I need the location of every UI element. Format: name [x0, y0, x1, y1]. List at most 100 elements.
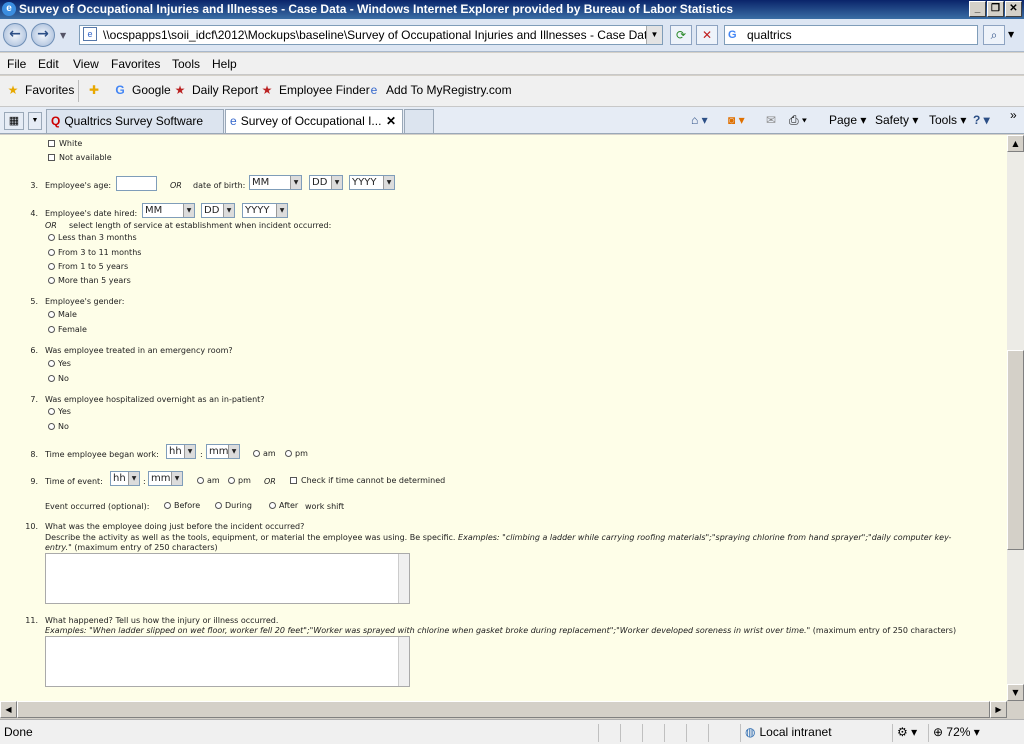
er-option-yes[interactable]: Yes	[48, 359, 71, 368]
tab-qualtrics[interactable]: Q Qualtrics Survey Software	[46, 109, 224, 133]
menu-help[interactable]: Help	[212, 57, 237, 71]
fav-employee-finder[interactable]: ★ Employee Finder	[259, 83, 370, 97]
horizontal-scrollbar[interactable]: ◀ ▶	[0, 701, 1007, 718]
service-option[interactable]: Less than 3 months	[48, 233, 137, 242]
radio[interactable]	[48, 326, 55, 333]
race-option-not-available[interactable]: Not available	[48, 153, 112, 162]
recent-pages-dropdown[interactable]: ▼	[60, 31, 66, 40]
service-option[interactable]: From 1 to 5 years	[48, 262, 128, 271]
zoom-level[interactable]: ⊕ 72% ▾	[928, 724, 1008, 742]
scroll-left-icon[interactable]: ◀	[0, 701, 17, 718]
service-option[interactable]: From 3 to 11 months	[48, 248, 141, 257]
fav-google[interactable]: G Google	[112, 83, 170, 97]
stop-button[interactable]: ✕	[696, 25, 718, 45]
menu-tools[interactable]: Tools	[172, 57, 200, 71]
menu-view[interactable]: View	[73, 57, 99, 71]
feeds-icon[interactable]: ◙ ▾	[728, 113, 745, 127]
forward-button[interactable]: →	[31, 23, 55, 47]
close-window-button[interactable]: ✕	[1005, 1, 1022, 17]
back-button[interactable]: ←	[3, 23, 27, 47]
maximize-button[interactable]: ❐	[987, 1, 1004, 17]
radio[interactable]	[48, 360, 55, 367]
scroll-up-icon[interactable]: ▲	[1007, 135, 1024, 152]
safety-menu[interactable]: Safety ▾	[875, 113, 918, 127]
q10-textarea[interactable]	[45, 553, 410, 604]
radio[interactable]	[285, 450, 292, 457]
fav-daily-report[interactable]: ★ Daily Report	[172, 83, 258, 97]
checkbox[interactable]	[48, 140, 55, 147]
race-option-white[interactable]: White	[48, 139, 82, 148]
close-tab-icon[interactable]: ✕	[386, 110, 396, 132]
search-button[interactable]: ⌕	[983, 25, 1005, 45]
hired-month-select[interactable]: MM ▼	[142, 203, 195, 218]
checkbox[interactable]	[48, 154, 55, 161]
menu-edit[interactable]: Edit	[38, 57, 59, 71]
began-work-hour-select[interactable]: hh ▼	[166, 444, 196, 459]
page-menu[interactable]: Page ▾	[829, 113, 866, 127]
radio[interactable]	[253, 450, 260, 457]
radio[interactable]	[164, 502, 171, 509]
tab-survey-case-data[interactable]: e Survey of Occupational I... ✕	[225, 109, 403, 133]
dob-year-select[interactable]: YYYY ▼	[349, 175, 395, 190]
q11-textarea[interactable]	[45, 636, 410, 687]
event-before[interactable]: Before	[164, 501, 200, 510]
address-dropdown-icon[interactable]: ▼	[646, 26, 662, 44]
help-icon[interactable]: ? ▾	[973, 113, 990, 127]
vertical-scroll-thumb[interactable]	[1007, 350, 1024, 550]
add-to-favorites-bar-button[interactable]: ✚	[86, 83, 106, 97]
radio[interactable]	[48, 234, 55, 241]
radio[interactable]	[269, 502, 276, 509]
service-option[interactable]: More than 5 years	[48, 276, 131, 285]
menu-file[interactable]: File	[7, 57, 26, 71]
scroll-right-icon[interactable]: ▶	[990, 701, 1007, 718]
gender-option-male[interactable]: Male	[48, 310, 77, 319]
home-icon[interactable]: ⌂ ▾	[691, 113, 708, 127]
hospital-option-no[interactable]: No	[48, 422, 69, 431]
search-options-dropdown[interactable]: ▼	[1008, 30, 1014, 39]
minimize-button[interactable]: _	[969, 1, 986, 17]
search-input[interactable]: G qualtrics	[724, 25, 978, 45]
chevron-more-icon[interactable]: »	[1010, 108, 1017, 122]
radio[interactable]	[48, 423, 55, 430]
mail-icon[interactable]: ✉	[766, 113, 776, 127]
quick-tabs-icon[interactable]: ▦	[4, 112, 24, 130]
print-icon[interactable]: ⎙ ▾	[789, 113, 807, 128]
hospital-option-yes[interactable]: Yes	[48, 407, 71, 416]
scroll-down-icon[interactable]: ▼	[1007, 684, 1024, 701]
menu-favorites[interactable]: Favorites	[111, 57, 160, 71]
er-option-no[interactable]: No	[48, 374, 69, 383]
favorites-button[interactable]: ★ Favorites	[5, 83, 75, 97]
began-work-minute-select[interactable]: mm ▼	[206, 444, 240, 459]
radio[interactable]	[197, 477, 204, 484]
radio[interactable]	[215, 502, 222, 509]
radio[interactable]	[48, 375, 55, 382]
radio[interactable]	[48, 311, 55, 318]
dob-day-select[interactable]: DD ▼	[309, 175, 343, 190]
radio[interactable]	[48, 263, 55, 270]
hired-year-select[interactable]: YYYY ▼	[242, 203, 288, 218]
checkbox[interactable]	[290, 477, 297, 484]
radio[interactable]	[48, 408, 55, 415]
vertical-scrollbar[interactable]: ▲ ▼	[1007, 135, 1024, 701]
hired-day-select[interactable]: DD ▼	[201, 203, 235, 218]
gender-option-female[interactable]: Female	[48, 325, 87, 334]
time-undetermined-checkbox[interactable]: Check if time cannot be determined	[290, 476, 445, 485]
event-hour-select[interactable]: hh ▼	[110, 471, 140, 486]
radio[interactable]	[48, 277, 55, 284]
textarea-scrollbar[interactable]	[398, 554, 409, 603]
tab-list-dropdown[interactable]: ▼	[28, 112, 42, 130]
event-minute-select[interactable]: mm ▼	[148, 471, 183, 486]
radio[interactable]	[228, 477, 235, 484]
address-input[interactable]: e \\ocspapps1\soii_idcf\2012\Mockups\base…	[79, 25, 663, 45]
tools-menu[interactable]: Tools ▾	[929, 113, 966, 127]
began-work-pm[interactable]: pm	[285, 449, 308, 458]
event-during[interactable]: During	[215, 501, 252, 510]
radio[interactable]	[48, 249, 55, 256]
age-input[interactable]	[116, 176, 157, 191]
event-pm[interactable]: pm	[228, 476, 251, 485]
new-tab-button[interactable]	[404, 109, 434, 133]
security-zone[interactable]: ◍ Local intranet	[740, 724, 890, 742]
textarea-scrollbar[interactable]	[398, 637, 409, 686]
event-am[interactable]: am	[197, 476, 220, 485]
began-work-am[interactable]: am	[253, 449, 276, 458]
